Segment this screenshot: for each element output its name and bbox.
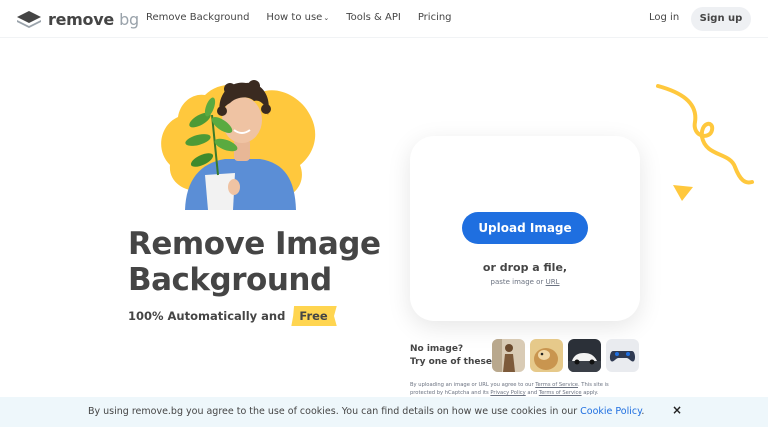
logo-text: remove bg <box>48 9 139 29</box>
nav-link-how-to-use[interactable]: How to use⌄ <box>266 12 329 23</box>
terms-link[interactable]: Terms of Service <box>535 382 578 388</box>
sample-prompt: No image? Try one of these: <box>410 344 496 367</box>
cookie-text: By using remove.bg you agree to the use … <box>88 406 645 417</box>
drop-file-text: or drop a file, <box>482 261 568 274</box>
logo-icon <box>17 11 41 28</box>
nav-link-tools-api[interactable]: Tools & API <box>346 12 401 23</box>
car-photo-icon <box>568 339 601 372</box>
cookie-banner: By using remove.bg you agree to the use … <box>0 397 768 427</box>
sample-thumbnail-gamepad[interactable] <box>606 339 639 372</box>
triangle-decoration-icon <box>673 185 693 201</box>
nav-links: Remove Background How to use⌄ Tools & AP… <box>146 12 469 23</box>
top-navigation: remove bg Remove Background How to use⌄ … <box>0 0 768 38</box>
subtitle: 100% Automatically and Free <box>128 306 337 326</box>
close-icon[interactable]: × <box>670 403 684 419</box>
login-link[interactable]: Log in <box>649 12 679 23</box>
gamepad-photo-icon <box>606 339 639 372</box>
paste-text: paste image or URL <box>490 278 560 286</box>
chevron-down-icon: ⌄ <box>323 14 330 22</box>
upload-card[interactable]: Upload Image or drop a file, paste image… <box>410 136 640 321</box>
hero-person-image <box>161 80 316 210</box>
free-badge: Free <box>291 306 337 326</box>
sample-thumbnail-woman[interactable] <box>492 339 525 372</box>
upload-image-button[interactable]: Upload Image <box>462 212 588 244</box>
dog-photo-icon <box>530 339 563 372</box>
page-title: Remove Image Background <box>128 226 381 298</box>
cookie-policy-link[interactable]: Cookie Policy <box>580 406 641 417</box>
nav-link-pricing[interactable]: Pricing <box>418 12 452 23</box>
nav-link-remove-background[interactable]: Remove Background <box>146 12 249 23</box>
woman-photo-icon <box>492 339 525 372</box>
legal-text: By uploading an image or URL you agree t… <box>410 382 609 396</box>
signup-button[interactable]: Sign up <box>691 7 751 31</box>
squiggle-decoration-icon <box>656 84 754 185</box>
logo[interactable]: remove bg <box>16 9 139 29</box>
sample-thumbnail-car[interactable] <box>568 339 601 372</box>
sample-thumbnail-dog[interactable] <box>530 339 563 372</box>
url-link[interactable]: URL <box>546 278 560 286</box>
privacy-link[interactable]: Privacy Policy <box>490 390 525 396</box>
terms-link-2[interactable]: Terms of Service <box>539 390 582 396</box>
